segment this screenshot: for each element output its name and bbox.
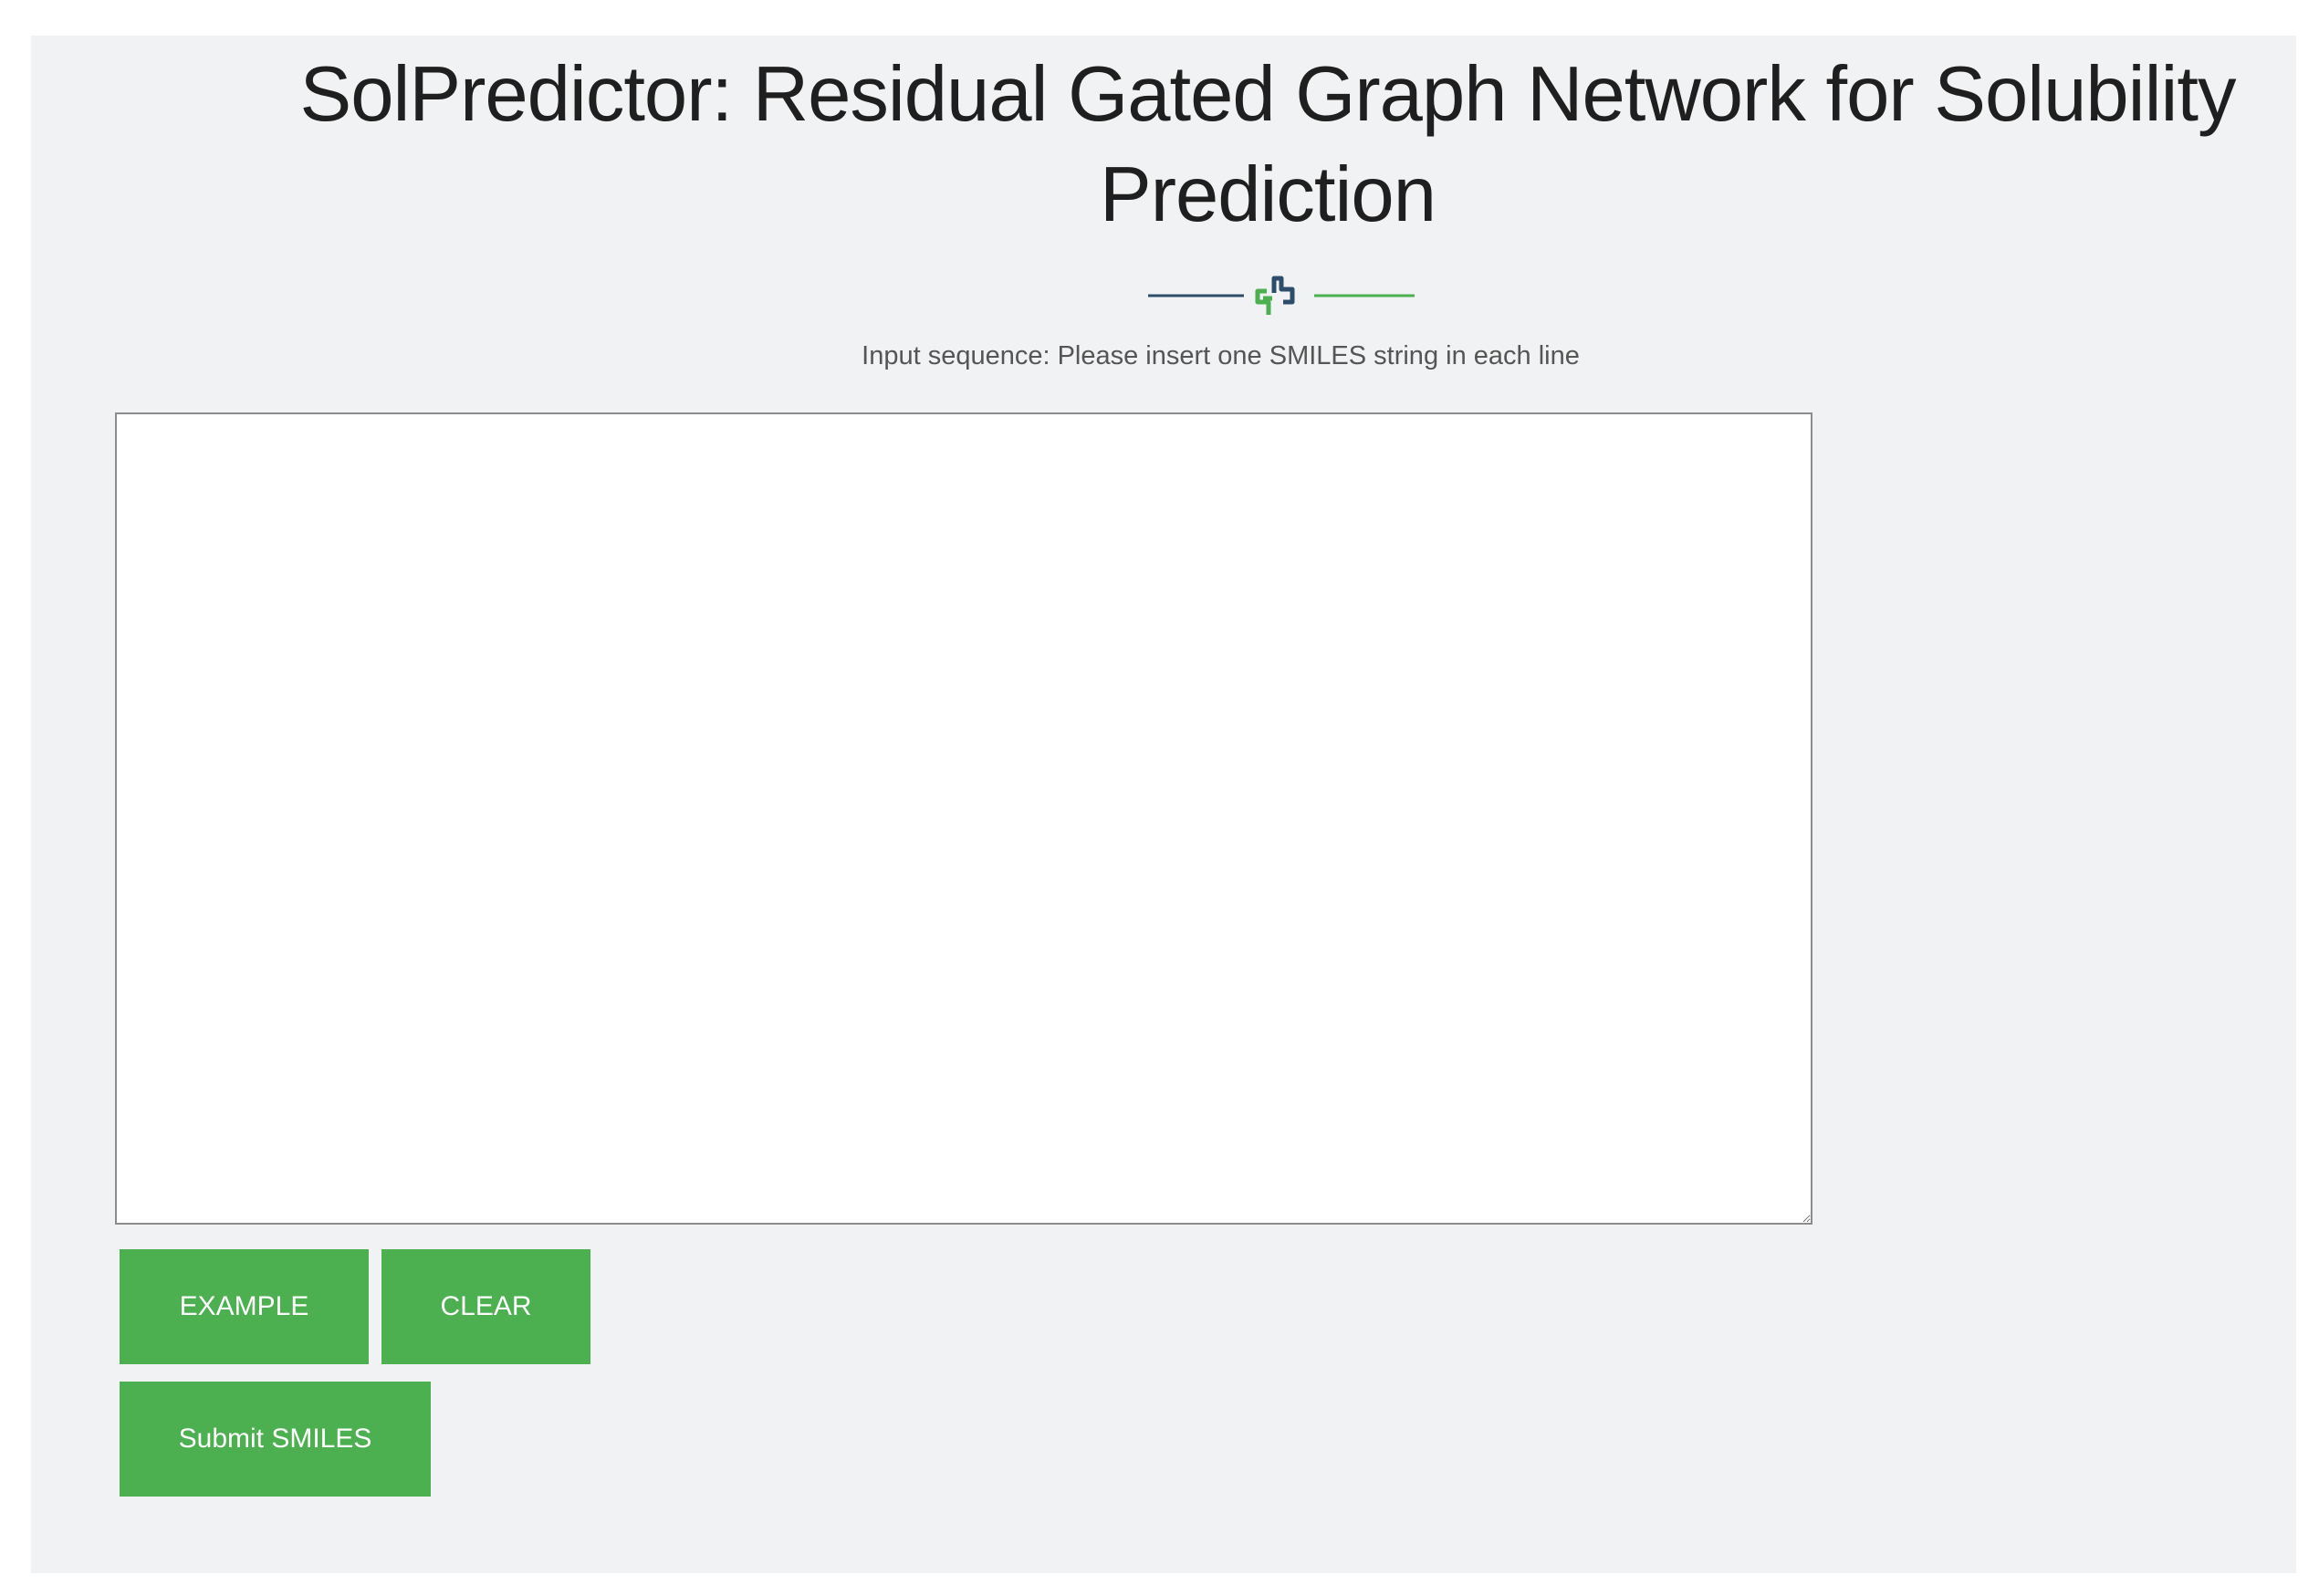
submit-smiles-button[interactable]: Submit SMILES xyxy=(120,1382,431,1497)
clear-button[interactable]: CLEAR xyxy=(381,1249,590,1364)
input-instructions: Input sequence: Please insert one SMILES… xyxy=(862,341,1580,370)
title-divider xyxy=(1148,276,1415,315)
example-button[interactable]: EXAMPLE xyxy=(120,1249,369,1364)
smiles-input[interactable] xyxy=(115,412,1812,1225)
molecule-link-icon xyxy=(1255,276,1295,315)
page-title: SolPredictor: Residual Gated Graph Netwo… xyxy=(299,51,2237,238)
